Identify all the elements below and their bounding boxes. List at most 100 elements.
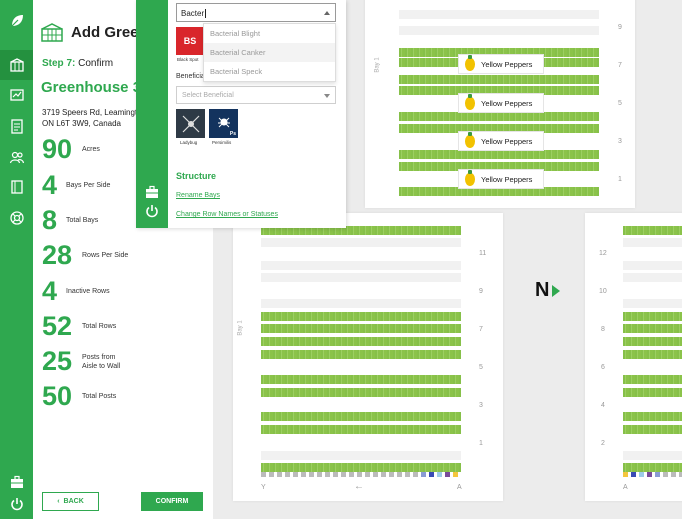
row-number: 9	[618, 24, 622, 31]
greenhouse-name: Greenhouse 3	[41, 79, 142, 96]
persimilis-code: Ps	[229, 131, 236, 137]
pepper-icon	[465, 54, 475, 71]
greenhouse-card-left[interactable]: Bay 1 11 9 7 5 3 1 Y ← A	[233, 213, 503, 501]
step-name: Confirm	[78, 58, 114, 69]
row-number: 8	[601, 326, 605, 333]
beneficial-select[interactable]: Select Beneficial	[176, 86, 336, 104]
axis-label-y: Y	[261, 484, 266, 491]
stat-label: Inactive Rows	[66, 288, 110, 295]
pest-badge[interactable]: BS	[176, 27, 204, 55]
pepper-icon	[465, 169, 475, 186]
row-number: 10	[599, 288, 607, 295]
ladybug-caption: Ladybug	[180, 140, 198, 145]
plant-tag[interactable]: Yellow Peppers	[458, 131, 544, 151]
stat-value: 50	[42, 381, 73, 411]
row-number: 3	[479, 402, 483, 409]
pest-dropdown[interactable]: Bacterial Blight Bacterial Canker Bacter…	[203, 23, 336, 82]
leaf-logo-icon[interactable]	[0, 6, 33, 36]
persimilis-caption: Persimilis	[212, 140, 232, 145]
row-number: 1	[618, 176, 622, 183]
north-label: N	[535, 279, 550, 301]
stat-inactive-rows: 4 Inactive Rows	[42, 276, 126, 307]
rename-bays-link[interactable]: Rename Bays	[176, 192, 220, 199]
north-arrow-icon	[552, 284, 561, 297]
book-nav-icon[interactable]	[0, 172, 33, 202]
plant-label: Yellow Peppers	[481, 59, 533, 69]
plant-label: Yellow Peppers	[481, 174, 533, 184]
stat-value: 28	[42, 240, 73, 270]
axis-label-a: A	[623, 484, 628, 491]
stat-total-bays: 8 Total Bays	[42, 205, 126, 236]
plant-tag[interactable]: Yellow Peppers	[458, 54, 544, 74]
overlay-rail	[136, 0, 168, 228]
stat-label: Total Rows	[82, 323, 117, 330]
chevron-down-icon	[324, 94, 330, 98]
row-number: 5	[618, 100, 622, 107]
nav-rail	[0, 0, 33, 519]
beneficial-placeholder: Select Beneficial	[182, 92, 234, 99]
stat-label: Rows Per Side	[82, 252, 129, 259]
pepper-icon	[465, 131, 475, 148]
chevron-left-icon: ‹	[57, 498, 60, 505]
plant-tag[interactable]: Yellow Peppers	[458, 169, 544, 189]
row-number: 4	[601, 402, 605, 409]
structure-heading: Structure	[176, 171, 217, 181]
stat-total-rows: 52 Total Rows	[42, 311, 142, 342]
arrow-left-icon: ←	[354, 481, 364, 492]
north-indicator: N	[535, 279, 561, 302]
stat-value: 4	[42, 276, 58, 306]
row-number: 5	[479, 364, 483, 371]
greenhouse-icon	[41, 23, 63, 42]
clipboard-nav-icon[interactable]	[0, 111, 33, 141]
power-icon[interactable]	[0, 489, 33, 519]
pepper-icon	[465, 93, 475, 110]
row-number: 6	[601, 364, 605, 371]
ladybug-badge[interactable]	[176, 109, 205, 138]
row-number: 3	[618, 138, 622, 145]
plant-label: Yellow Peppers	[481, 136, 533, 146]
collapse-caret-icon[interactable]	[324, 11, 330, 15]
stat-label: Total Posts	[82, 393, 117, 400]
stat-acres: 90 Acres	[42, 134, 142, 165]
back-button[interactable]: ‹ BACK	[42, 492, 99, 511]
change-row-names-link[interactable]: Change Row Names or Statuses	[176, 211, 278, 218]
greenhouse-nav-icon[interactable]	[0, 50, 33, 80]
plant-tag[interactable]: Yellow Peppers	[458, 93, 544, 113]
step-label: Step 7:	[42, 58, 76, 69]
stat-label: Bays Per Side	[66, 182, 111, 189]
stat-value: 4	[42, 170, 58, 200]
row-number: 11	[479, 250, 487, 257]
back-button-label: BACK	[63, 498, 84, 505]
pest-badge-caption: Black Spot	[177, 57, 199, 62]
row-number: 9	[479, 288, 483, 295]
stat-label: Acres	[82, 146, 100, 153]
stat-total-posts: 50 Total Posts	[42, 381, 142, 412]
stat-label: Total Bays	[66, 217, 99, 224]
stat-value: 52	[42, 311, 73, 341]
bay-label: Bay 1	[374, 57, 381, 73]
greenhouse-card-right[interactable]: 12 10 8 6 4 2 A	[585, 213, 682, 501]
greenhouse-card-top[interactable]: Yellow Peppers Yellow Peppers Yellow Pep…	[365, 0, 635, 208]
stat-value: 25	[42, 346, 73, 376]
pest-search-value: Bacter	[181, 9, 205, 18]
row-number: 7	[618, 62, 622, 69]
persimilis-badge[interactable]: Ps	[209, 109, 238, 138]
users-nav-icon[interactable]	[0, 142, 33, 172]
help-lifebuoy-icon[interactable]	[0, 203, 33, 233]
dropdown-option[interactable]: Bacterial Canker	[204, 43, 335, 62]
analytics-nav-icon[interactable]	[0, 80, 33, 110]
pest-search-input[interactable]: Bacter	[176, 3, 336, 22]
stat-rows-per-side: 28 Rows Per Side	[42, 240, 142, 271]
confirm-button[interactable]: CONFIRM	[141, 492, 203, 511]
row-number: 1	[479, 440, 483, 447]
stat-label: Posts from Aisle to Wall	[82, 353, 121, 370]
post-markers	[623, 472, 682, 477]
stat-bays-per-side: 4 Bays Per Side	[42, 170, 126, 201]
row-number: 12	[599, 250, 607, 257]
dropdown-option[interactable]: Bacterial Blight	[204, 24, 335, 43]
dropdown-option[interactable]: Bacterial Speck	[204, 62, 335, 81]
plant-label: Yellow Peppers	[481, 98, 533, 108]
step-indicator: Step 7: Confirm	[42, 58, 113, 69]
power-icon[interactable]	[136, 196, 168, 226]
bay-label: Bay 1	[237, 320, 244, 336]
